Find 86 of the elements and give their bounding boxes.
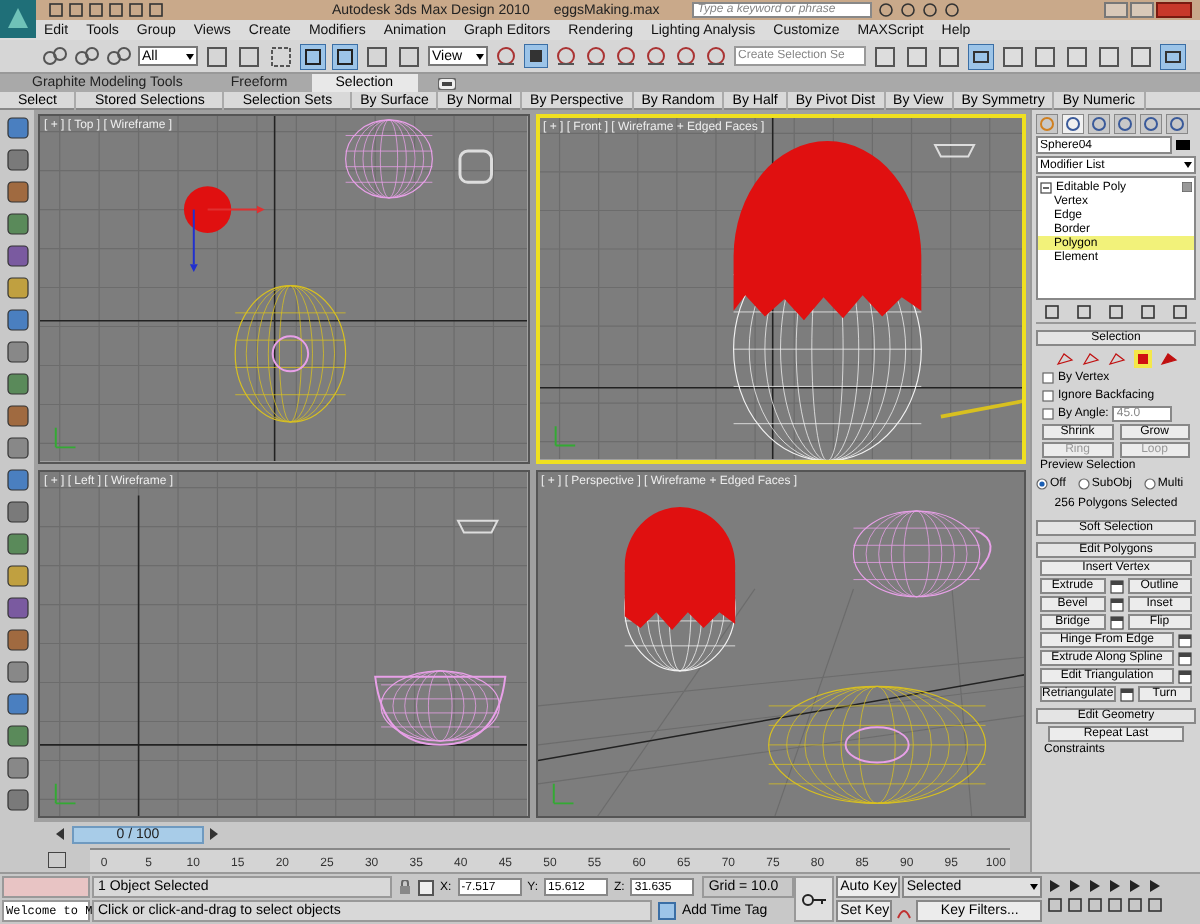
minimize-button[interactable] (1104, 2, 1128, 18)
transform-mode-icon[interactable] (418, 879, 434, 895)
tool-icon[interactable] (5, 180, 29, 204)
tool-icon[interactable] (5, 692, 29, 716)
display-icon[interactable] (1140, 113, 1162, 133)
caret-icon (476, 53, 484, 59)
axis-tripod-icon (54, 781, 77, 804)
maximize-button[interactable] (1130, 2, 1154, 18)
manipulate-icon[interactable] (524, 44, 548, 68)
hierarchy-icon[interactable] (1088, 113, 1110, 133)
expand-toggle-icon[interactable] (1040, 181, 1052, 193)
radio-button[interactable] (1036, 478, 1048, 490)
lock-icon[interactable] (398, 879, 412, 895)
curve-editor-icon[interactable] (968, 43, 994, 69)
sphere-drawing (183, 186, 232, 233)
modify-icon[interactable] (1062, 113, 1084, 133)
caret-icon (1184, 162, 1192, 168)
settings-box-icon[interactable] (1109, 579, 1123, 593)
select-object-icon[interactable] (204, 43, 230, 69)
link-icon[interactable] (42, 43, 68, 69)
motion-icon[interactable] (1114, 113, 1136, 133)
axis-tripod-icon (54, 426, 77, 449)
egg-wireframe-drawing (234, 285, 347, 423)
cup-drawing (456, 518, 500, 533)
next-frame-icon[interactable] (210, 828, 220, 840)
tool-icon[interactable] (5, 660, 29, 684)
object-color-swatch[interactable] (1176, 140, 1190, 150)
radio-button[interactable] (1143, 478, 1156, 490)
minimize-ribbon-icon[interactable] (437, 78, 456, 90)
app-logo-icon[interactable] (0, 0, 36, 38)
script-listener-field[interactable] (2, 876, 90, 898)
tool-icon[interactable] (5, 148, 29, 172)
mini-curve-editor-icon[interactable] (48, 851, 66, 867)
tool-icon[interactable] (5, 756, 29, 780)
rod-drawing (939, 399, 1022, 419)
cup-wireframe-drawing (851, 509, 991, 597)
settings-box-icon[interactable] (1178, 633, 1192, 647)
unlink-icon[interactable] (74, 43, 100, 69)
tool-icon[interactable] (5, 564, 29, 588)
rectangle-region-icon[interactable] (268, 43, 294, 69)
tool-icon[interactable] (5, 724, 29, 748)
axis-tripod-icon (551, 781, 574, 804)
tool-icon[interactable] (5, 532, 29, 556)
tool-icon[interactable] (5, 436, 29, 460)
tool-icon[interactable] (5, 244, 29, 268)
move-icon[interactable] (332, 43, 358, 69)
settings-box-icon[interactable] (1178, 669, 1192, 683)
checkbox[interactable] (1042, 372, 1054, 384)
utilities-icon[interactable] (1166, 113, 1188, 133)
tool-icon[interactable] (5, 372, 29, 396)
tool-icon[interactable] (5, 116, 29, 140)
move-gizmo-drawing (189, 205, 265, 272)
tool-icon[interactable] (5, 788, 29, 812)
caret-icon (186, 53, 194, 59)
axis-tripod-icon (553, 425, 576, 447)
polygon-mode-icon[interactable] (1133, 349, 1151, 367)
cup-drawing (458, 149, 493, 184)
checkbox[interactable] (1042, 390, 1054, 402)
caret-icon (1030, 884, 1039, 890)
render-icon[interactable] (1160, 43, 1186, 69)
tool-icon[interactable] (5, 276, 29, 300)
window-crossing-icon[interactable] (300, 43, 326, 69)
settings-box-icon[interactable] (1178, 651, 1192, 665)
tool-icon[interactable] (5, 212, 29, 236)
play-icon[interactable] (1088, 878, 1103, 894)
bowl-wireframe-drawing (374, 669, 507, 745)
tool-icon[interactable] (5, 404, 29, 428)
tool-icon[interactable] (5, 628, 29, 652)
wireframe-sphere-drawing (345, 119, 433, 199)
next-frame-icon[interactable] (1108, 878, 1123, 894)
tool-icon[interactable] (5, 500, 29, 524)
settings-box-icon[interactable] (1119, 687, 1134, 701)
settings-box-icon[interactable] (1109, 597, 1123, 611)
settings-box-icon[interactable] (1109, 615, 1123, 629)
checkbox[interactable] (1042, 408, 1054, 420)
radio-button[interactable] (1077, 478, 1090, 490)
cup-drawing (932, 144, 975, 158)
tool-icon[interactable] (5, 468, 29, 492)
tool-icon[interactable] (5, 340, 29, 364)
vertex-mode-icon[interactable] (1055, 349, 1073, 367)
edge-mode-icon[interactable] (1081, 349, 1099, 367)
border-mode-icon[interactable] (1107, 349, 1125, 367)
time-tag-icon[interactable] (658, 902, 676, 920)
tool-icon[interactable] (5, 596, 29, 620)
bind-icon[interactable] (106, 43, 132, 69)
tool-icon[interactable] (5, 308, 29, 332)
